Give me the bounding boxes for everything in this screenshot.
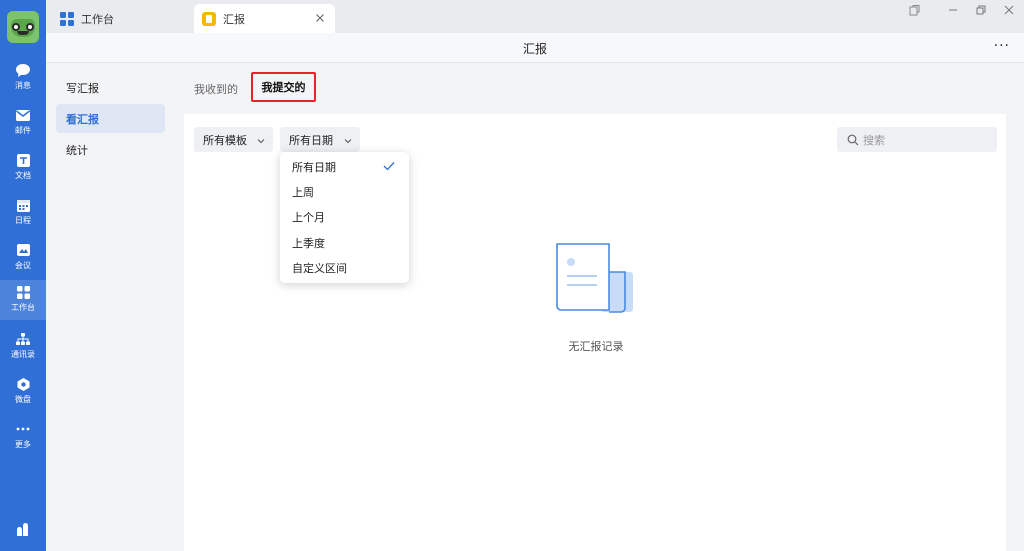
mail-icon xyxy=(15,107,31,123)
rail-item-meeting[interactable]: 会议 xyxy=(0,238,46,278)
template-filter-dropdown[interactable]: 所有模板 xyxy=(194,127,273,152)
tab-report[interactable]: 汇报 xyxy=(194,4,335,33)
rail-item-calendar[interactable]: 日程 xyxy=(0,193,46,233)
rail-item-bottom-logo[interactable] xyxy=(0,518,46,542)
empty-state-text: 无汇报记录 xyxy=(568,340,624,353)
report-sidenav: 写汇报 看汇报 统计 xyxy=(46,63,174,551)
tab-submitted[interactable]: 我提交的 xyxy=(251,72,316,102)
page-title: 汇报 xyxy=(522,42,547,56)
rail-item-docs[interactable]: 文档 xyxy=(0,148,46,188)
sidenav-item-stats[interactable]: 统计 xyxy=(56,135,165,164)
frog-face xyxy=(11,19,35,37)
rail-label: 会议 xyxy=(15,261,31,270)
sidenav-item-write[interactable]: 写汇报 xyxy=(56,73,165,102)
tab-workbench[interactable]: 工作台 xyxy=(52,4,192,33)
org-chart-icon xyxy=(15,331,31,347)
more-options-icon[interactable]: ··· xyxy=(994,38,1010,54)
report-app-icon xyxy=(202,11,216,26)
rail-label: 工作台 xyxy=(11,303,35,312)
rail-item-drive[interactable]: 微盘 xyxy=(0,372,46,412)
search-placeholder: 搜索 xyxy=(863,133,885,147)
date-filter-label: 所有日期 xyxy=(289,133,333,147)
app-rail: 消息 邮件 文档 日程 会议 工作台 通讯录 微盘 更多 xyxy=(0,0,46,551)
minimize-icon[interactable] xyxy=(945,3,961,17)
date-option-last-week[interactable]: 上周 xyxy=(280,179,409,204)
empty-report-illustration xyxy=(555,242,637,316)
rail-label: 文档 xyxy=(15,171,31,180)
date-filter-menu: 所有日期 上周 上个月 上季度 自定义区间 xyxy=(280,152,409,283)
meeting-icon xyxy=(15,242,31,258)
search-input[interactable]: 搜索 xyxy=(837,127,997,152)
rail-label: 消息 xyxy=(15,81,31,90)
chevron-down-icon xyxy=(257,135,265,144)
drive-icon xyxy=(15,376,31,392)
tab-label: 汇报 xyxy=(223,12,245,26)
document-icon xyxy=(15,152,31,168)
pin-window-icon[interactable] xyxy=(906,3,922,17)
more-dots-icon xyxy=(15,421,31,437)
workbench-grid-icon xyxy=(15,284,31,300)
template-filter-label: 所有模板 xyxy=(203,133,247,147)
rail-label: 日程 xyxy=(15,216,31,225)
search-icon xyxy=(847,134,859,146)
rail-item-mail[interactable]: 邮件 xyxy=(0,103,46,143)
rail-label: 微盘 xyxy=(15,395,31,404)
date-filter-dropdown[interactable]: 所有日期 xyxy=(280,127,360,152)
rail-item-contacts[interactable]: 通讯录 xyxy=(0,327,46,367)
rail-label: 更多 xyxy=(15,440,31,449)
page-header: 汇报 ··· xyxy=(46,33,1024,63)
chevron-down-icon xyxy=(344,135,352,144)
user-avatar[interactable] xyxy=(7,11,39,43)
app-logo-icon xyxy=(15,522,31,538)
close-window-icon[interactable] xyxy=(1001,3,1017,17)
rail-item-messages[interactable]: 消息 xyxy=(0,58,46,98)
date-option-custom-range[interactable]: 自定义区间 xyxy=(280,255,409,280)
rail-label: 通讯录 xyxy=(11,350,35,359)
date-option-all[interactable]: 所有日期 xyxy=(280,154,409,179)
rail-item-more[interactable]: 更多 xyxy=(0,417,46,457)
calendar-icon xyxy=(15,197,31,213)
rail-item-workbench[interactable]: 工作台 xyxy=(0,280,46,320)
check-icon xyxy=(383,161,395,171)
close-tab-icon[interactable] xyxy=(313,11,327,25)
date-option-last-month[interactable]: 上个月 xyxy=(280,204,409,229)
tab-received[interactable]: 我收到的 xyxy=(194,76,238,101)
grid-app-icon xyxy=(60,11,74,26)
tab-label: 工作台 xyxy=(81,12,114,26)
restore-icon[interactable] xyxy=(973,3,989,17)
sidenav-item-view[interactable]: 看汇报 xyxy=(56,104,165,133)
chat-bubble-icon xyxy=(15,62,31,78)
date-option-last-quarter[interactable]: 上季度 xyxy=(280,230,409,255)
window-titlebar: 工作台 汇报 xyxy=(46,0,1024,33)
rail-label: 邮件 xyxy=(15,126,31,135)
